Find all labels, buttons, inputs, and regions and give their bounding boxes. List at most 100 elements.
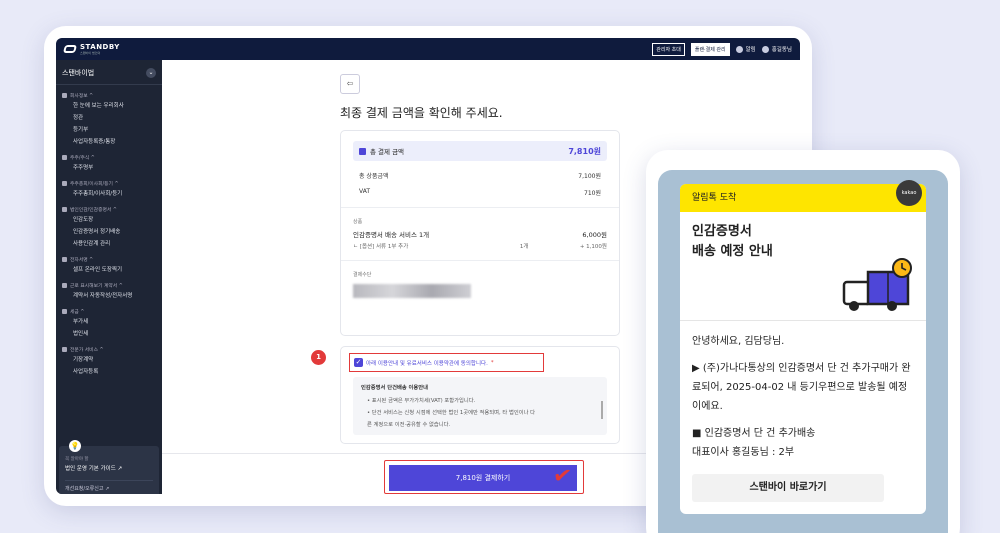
phone-screen: 알림톡 도착 인감증명서 배송 예정 안내 안녕하세요, 김담당님. ▶ (주)…	[658, 170, 948, 533]
alimtalk-message: 알림톡 도착 인감증명서 배송 예정 안내 안녕하세요, 김담당님. ▶ (주)…	[680, 184, 926, 514]
sidebar-item[interactable]: 사업자등록	[62, 365, 156, 377]
sidebar-group-title[interactable]: 주주/주식 ^	[62, 154, 156, 161]
sidebar-item[interactable]: 셀프 온라인 도장찍기	[62, 263, 156, 275]
guide-card: 💡 꼭 알아야 할 법인 운영 기본 가이드 ↗ 개선요청/오류신고 ↗	[59, 440, 159, 494]
sidebar-group-label: 전문가 서비스 ^	[70, 348, 104, 353]
report-link[interactable]: 개선요청/오류신고 ↗	[65, 480, 153, 492]
divider	[341, 260, 619, 261]
sidebar-group-title[interactable]: 주주총회/이사회/등기 ^	[62, 180, 156, 187]
pay-button[interactable]: 7,810원 결제하기	[389, 465, 577, 491]
sidebar-group: 주주/주식 ^ 주주명부	[56, 147, 162, 173]
step-badge: 1	[311, 350, 326, 365]
user-menu[interactable]: 홍길동님	[761, 45, 792, 53]
alerts-link[interactable]: 알림	[735, 45, 756, 53]
company-selector[interactable]: 스탠바이법 ⌄	[56, 60, 162, 85]
sidebar-group-label: 전자서명 ^	[70, 258, 94, 263]
sidebar-item[interactable]: 주주명부	[62, 161, 156, 173]
subtotal-amount: 7,100원	[578, 173, 601, 180]
sidebar-group-label: 주주/주식 ^	[70, 156, 95, 161]
payment-method-blurred[interactable]	[353, 284, 471, 298]
sidebar-group: 회사정보 ^ 한 눈에 보는 우리회사 정관 등기부 사업자등록증/통장	[56, 85, 162, 147]
back-arrow-icon: ⇦	[346, 79, 354, 88]
message-header: 알림톡 도착	[680, 184, 926, 212]
minus-square-icon	[359, 147, 366, 155]
greeting: 안녕하세요, 김담당님.	[692, 336, 785, 347]
title-line: 인감증명서	[692, 224, 752, 239]
sidebar-group: 세금 ^ 부가세 법인세	[56, 301, 162, 339]
body-text: ▶ (주)가나다통상의 인감증명서 단 건 추가구매가 완료되어, 2025-0…	[692, 363, 911, 412]
sidebar-group-title[interactable]: 전문가 서비스 ^	[62, 346, 156, 353]
alerts-label: 알림	[745, 47, 756, 53]
subtotal-label: 총 상품금액	[359, 173, 389, 180]
item-line: 대표이사 홍길동님 : 2부	[692, 447, 795, 458]
billing-button[interactable]: 플랜·결제 관리	[690, 42, 730, 56]
agree-text: 아래 이용안내 및 유료서비스 이용약관에 동의합니다.	[366, 360, 488, 367]
sidebar-item[interactable]: 한 눈에 보는 우리회사	[62, 99, 156, 111]
sidebar-group-title[interactable]: 전자서명 ^	[62, 256, 156, 263]
checkmark-icon: ✔	[551, 462, 574, 491]
sidebar-item[interactable]: 사용인감계 관리	[62, 237, 156, 249]
menu-group-icon	[62, 181, 67, 186]
menu-group-icon	[62, 309, 67, 314]
scrollbar[interactable]	[601, 401, 603, 419]
guide-link[interactable]: 법인 운영 기본 가이드 ↗	[65, 464, 153, 472]
back-button[interactable]: ⇦	[340, 74, 360, 94]
notice-title: 인감증명서 단건배송 이용안내	[361, 385, 429, 391]
product-row: 인감증명서 배송 서비스 1개 6,000원	[341, 225, 619, 239]
guide-hint: 꼭 알아야 할	[65, 457, 89, 462]
standby-shortcut-button[interactable]: 스탠바이 바로가기	[692, 474, 884, 502]
sidebar-item[interactable]: 인감도장	[62, 213, 156, 225]
company-name: 스탠바이법	[62, 69, 95, 77]
total-row: 총 결제 금액 7,810원	[353, 141, 607, 161]
sidebar-group-title[interactable]: 세금 ^	[62, 308, 156, 315]
sidebar-group-title[interactable]: 회사정보 ^	[62, 92, 156, 99]
product-name: 인감증명서 배송 서비스 1개	[353, 231, 430, 239]
total-label: 총 결제 금액	[370, 148, 405, 156]
sidebar-group-label: 근로 표시해보기 계약서 ^	[70, 284, 123, 289]
sidebar-item[interactable]: 주주총회/이사회/등기	[62, 187, 156, 199]
top-navigation-bar: STANDBY 스탠바이 법인의 관리자 초대 플랜·결제 관리 알림 홍길동님	[56, 38, 800, 60]
sidebar-item[interactable]: 인감증명서 정기배송	[62, 225, 156, 237]
sidebar-item[interactable]: 등기부	[62, 123, 156, 135]
sidebar: 스탠바이법 ⌄ 회사정보 ^ 한 눈에 보는 우리회사 정관 등기부 사업자등록증/통장…	[56, 60, 162, 494]
chevron-down-icon: ⌄	[146, 68, 156, 78]
sidebar-item[interactable]: 사업자등록증/통장	[62, 135, 156, 147]
sidebar-group: 주주총회/이사회/등기 ^ 주주총회/이사회/등기	[56, 173, 162, 199]
sidebar-group: 전문가 서비스 ^ 기장계약 사업자등록	[56, 339, 162, 377]
sidebar-item[interactable]: 기장계약	[62, 353, 156, 365]
required-mark: *	[490, 359, 494, 366]
sidebar-item[interactable]: 계약서 자동작성/전자서명	[62, 289, 156, 301]
kakao-badge: kakao	[896, 180, 922, 206]
sidebar-item[interactable]: 법인세	[62, 327, 156, 339]
menu-group-icon	[62, 257, 67, 262]
notice-item: • 표시된 금액은 부가가치세(VAT) 포함가입니다.	[367, 398, 476, 404]
bell-icon	[735, 46, 743, 53]
vat-row: VAT 710원	[341, 188, 619, 197]
lightbulb-icon: 💡	[69, 440, 81, 452]
total-amount: 7,810원	[568, 146, 601, 156]
notice-box[interactable]: 인감증명서 단건배송 이용안내 • 표시된 금액은 부가가치세(VAT) 포함가…	[353, 377, 607, 435]
sidebar-group-title[interactable]: 법인인감/인감증명서 ^	[62, 206, 156, 213]
logo-subtext: 스탠바이 법인의	[80, 51, 101, 55]
item-line: ■ 인감증명서 단 건 추가배송	[692, 428, 816, 439]
terms-agree-checkbox[interactable]: ✓ 아래 이용안내 및 유료서비스 이용약관에 동의합니다. *	[349, 353, 544, 372]
menu-group-icon	[62, 283, 67, 288]
payment-section-label: 결제수단	[353, 272, 372, 278]
sidebar-group: 법인인감/인감증명서 ^ 인감도장 인감증명서 정기배송 사용인감계 관리	[56, 199, 162, 249]
sidebar-group-title[interactable]: 근로 표시해보기 계약서 ^	[62, 282, 156, 289]
subtotal-row: 총 상품금액 7,100원	[341, 171, 619, 180]
sidebar-group-label: 회사정보 ^	[70, 94, 94, 99]
order-summary-card: 총 결제 금액 7,810원 총 상품금액 7,100원 VAT 710원 상품…	[340, 130, 620, 336]
logo-mark-icon	[62, 45, 78, 53]
sidebar-item[interactable]: 부가세	[62, 315, 156, 327]
sidebar-group-label: 주주총회/이사회/등기 ^	[70, 182, 119, 187]
option-amount: + 1,100원	[579, 244, 607, 250]
sidebar-item[interactable]: 정관	[62, 111, 156, 123]
admin-invite-button[interactable]: 관리자 초대	[652, 42, 685, 56]
standby-logo[interactable]: STANDBY 스탠바이 법인의	[62, 43, 120, 55]
option-name: ㄴ [옵션] 서류 1부 추가	[353, 244, 409, 250]
message-body: 안녕하세요, 김담당님. ▶ (주)가나다통상의 인감증명서 단 건 추가구매가…	[692, 332, 916, 462]
sidebar-group: 근로 표시해보기 계약서 ^ 계약서 자동작성/전자서명	[56, 275, 162, 301]
menu-group-icon	[62, 207, 67, 212]
vat-amount: 710원	[584, 190, 601, 197]
